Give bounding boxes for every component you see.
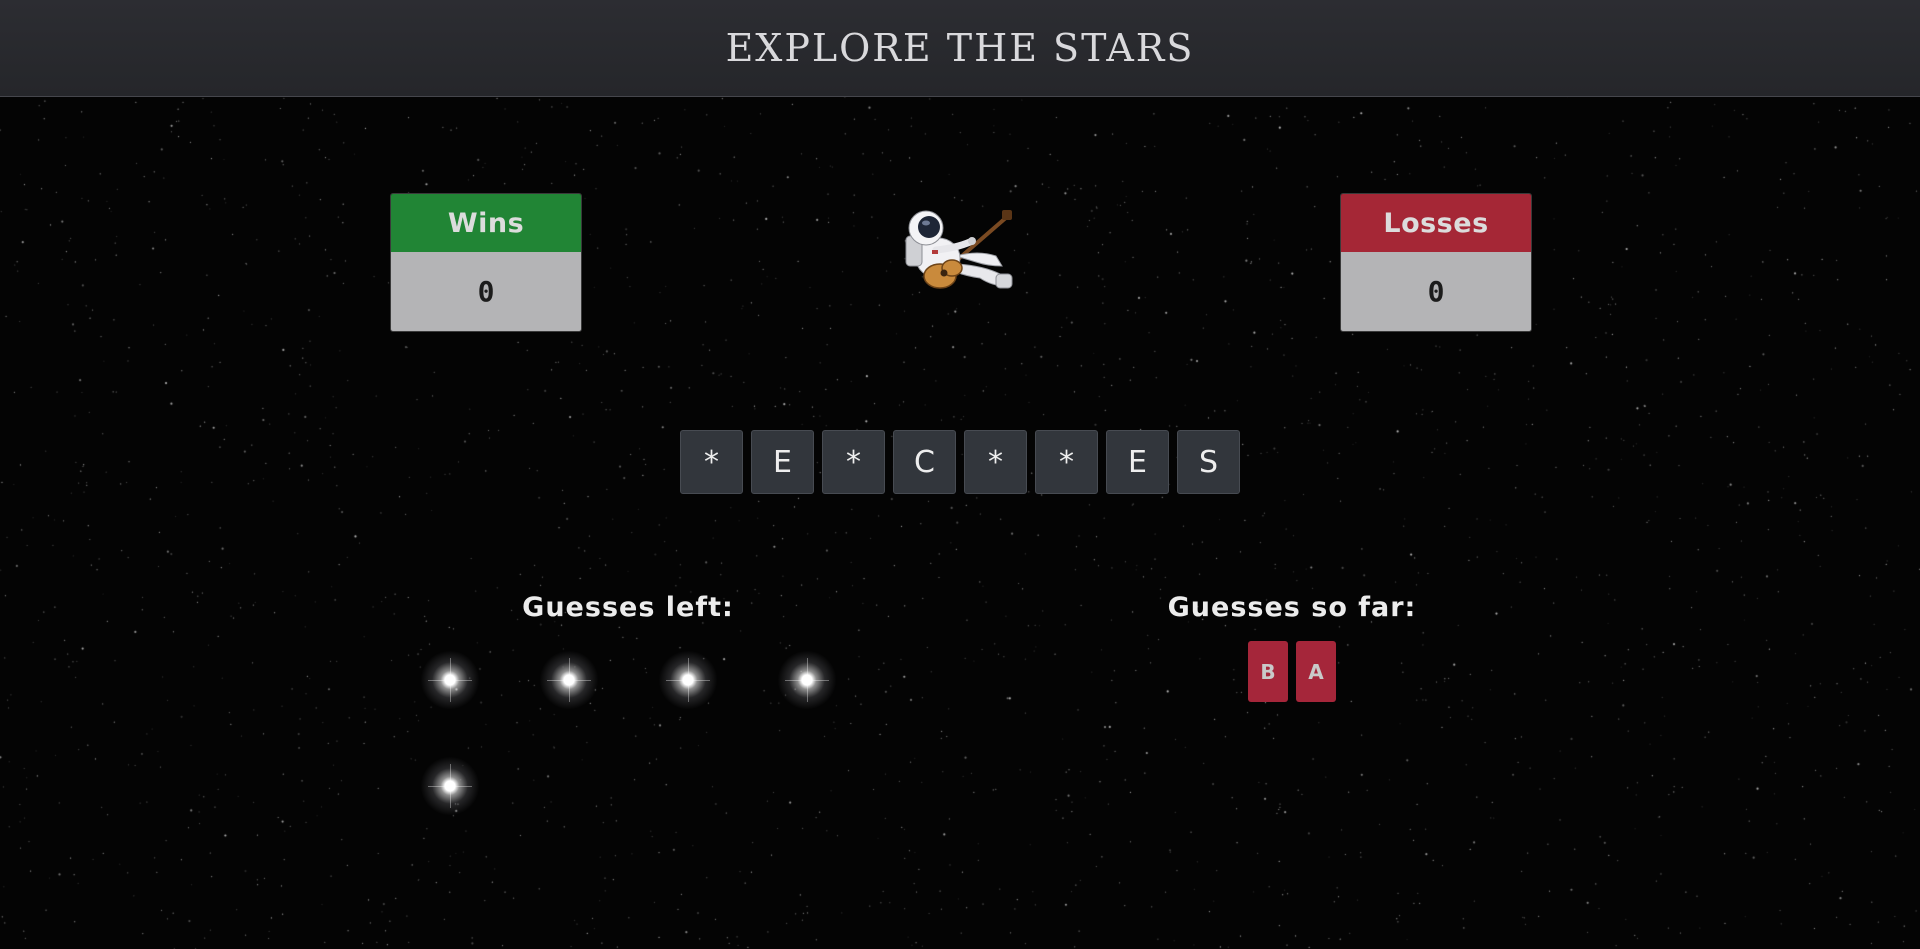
- wins-card: Wins 0: [390, 193, 582, 332]
- losses-card: Losses 0: [1340, 193, 1532, 332]
- header-bar: EXPLORE THE STARS: [0, 0, 1920, 97]
- letter-tile: E: [751, 430, 814, 494]
- glowing-star-icon: [420, 650, 480, 710]
- letter-tile: E: [1106, 430, 1169, 494]
- losses-label: Losses: [1341, 194, 1531, 252]
- letter-tile: *: [680, 430, 743, 494]
- guessed-letter-tile: A: [1296, 641, 1336, 702]
- game-screen: EXPLORE THE STARS Wins 0 Losses 0 *E*: [0, 0, 1920, 949]
- guesses-left-stars: [420, 650, 840, 870]
- word-tiles: * E * C * * E S: [0, 430, 1920, 494]
- letter-tile: *: [1035, 430, 1098, 494]
- letter-tile: S: [1177, 430, 1240, 494]
- page-title: EXPLORE THE STARS: [725, 26, 1195, 70]
- letter-tile: C: [893, 430, 956, 494]
- glowing-star-icon: [777, 650, 837, 710]
- glowing-star-icon: [420, 756, 480, 816]
- glowing-star-icon: [658, 650, 718, 710]
- guessed-letter-tile: B: [1248, 641, 1288, 702]
- wins-value: 0: [391, 252, 581, 331]
- wins-label: Wins: [391, 194, 581, 252]
- guesses-so-far-heading: Guesses so far:: [1167, 592, 1417, 623]
- losses-value: 0: [1341, 252, 1531, 331]
- guessed-letters: BA: [1248, 641, 1336, 702]
- glowing-star-icon: [539, 650, 599, 710]
- letter-tile: *: [822, 430, 885, 494]
- astronaut-guitar-icon: [905, 210, 1013, 289]
- letter-tile: *: [964, 430, 1027, 494]
- guesses-left-heading: Guesses left:: [522, 592, 734, 623]
